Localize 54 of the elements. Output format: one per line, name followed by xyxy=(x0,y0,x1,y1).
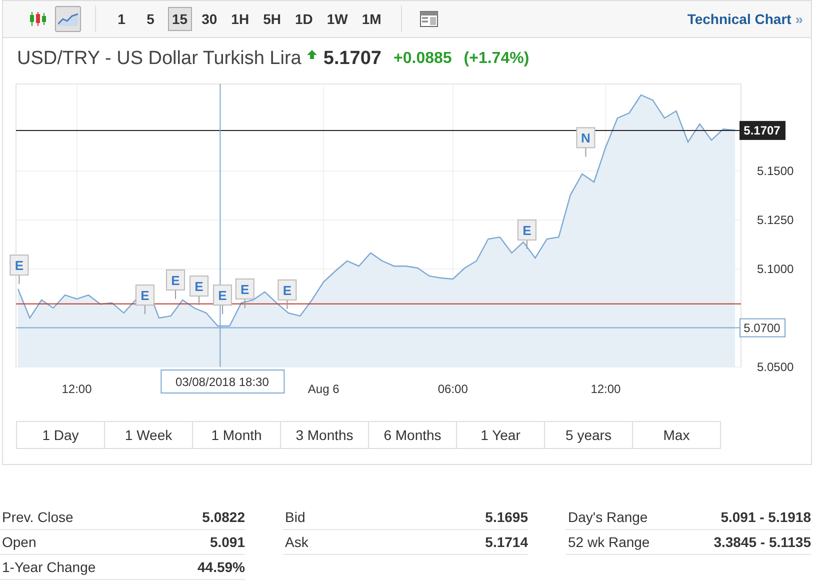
y-axis-label: 5.0500 xyxy=(757,360,794,374)
range-tab[interactable]: 1 Year xyxy=(456,421,545,449)
stat-value: 5.1695 xyxy=(485,509,528,525)
stat-label: Open xyxy=(2,534,36,550)
x-axis-label: Aug 6 xyxy=(308,382,340,396)
last-price: 5.1707 xyxy=(323,48,382,70)
stat-label: Prev. Close xyxy=(2,509,74,525)
interval-button[interactable]: 1 xyxy=(110,7,133,31)
instrument-name: USD/TRY - US Dollar Turkish Lira xyxy=(17,48,302,70)
interval-button[interactable]: 1W xyxy=(322,7,352,31)
range-tab[interactable]: 6 Months xyxy=(368,421,457,449)
last-price-tag: 5.1707 xyxy=(740,120,786,140)
technical-chart-link[interactable]: Technical Chart » xyxy=(687,11,803,27)
stat-value: 5.091 xyxy=(210,534,245,550)
crosshair-price-tag: 5.0700 xyxy=(740,318,786,338)
range-tab[interactable]: 3 Months xyxy=(280,421,369,449)
stat-value: 3.3845 - 5.1135 xyxy=(714,534,811,550)
line-chart-icon xyxy=(58,12,78,26)
range-tab[interactable]: 1 Month xyxy=(192,421,281,449)
stat-value: 44.59% xyxy=(198,559,245,575)
interval-button[interactable]: 1H xyxy=(227,7,254,31)
range-tab[interactable]: 5 years xyxy=(544,421,633,449)
percent-change: (+1.74%) xyxy=(464,50,530,68)
stat-value: 5.0822 xyxy=(202,509,245,525)
stat-label: 1-Year Change xyxy=(2,559,96,575)
interval-button[interactable]: 1D xyxy=(290,7,317,31)
y-axis-label: 5.1000 xyxy=(757,262,794,276)
ref-line-label: 5.1707 xyxy=(744,123,781,138)
interval-button[interactable]: 30 xyxy=(198,7,222,31)
stat-label: Ask xyxy=(285,534,308,550)
ref-line-label: 5.0700 xyxy=(744,320,781,335)
interval-button[interactable]: 5H xyxy=(259,7,285,31)
range-tab[interactable]: Max xyxy=(632,421,721,449)
range-tab[interactable]: 1 Week xyxy=(104,421,193,449)
crosshair-time-tag: 03/08/2018 18:30 xyxy=(160,370,285,394)
up-arrow-icon xyxy=(307,50,318,58)
stat-value: 5.1714 xyxy=(485,534,528,550)
candlestick-icon xyxy=(29,11,47,27)
interval-button[interactable]: 15 xyxy=(168,7,192,31)
range-tab[interactable]: 1 Day xyxy=(16,421,105,449)
interval-button[interactable]: 5 xyxy=(139,7,162,31)
x-axis-label: 12:00 xyxy=(590,382,621,396)
stat-label: Day's Range xyxy=(568,509,648,525)
y-axis-label: 5.1250 xyxy=(757,213,794,227)
chart-type-button[interactable] xyxy=(55,6,81,32)
price-change: +0.0885 xyxy=(394,50,452,68)
x-axis-label: 12:00 xyxy=(62,382,92,396)
x-axis-label: 06:00 xyxy=(438,382,468,396)
interval-button[interactable]: 1M xyxy=(358,7,386,31)
stat-label: Bid xyxy=(285,509,306,525)
y-axis-label: 5.1500 xyxy=(757,164,794,178)
layout-icon xyxy=(420,11,438,27)
stat-value: 5.091 - 5.1918 xyxy=(720,509,811,525)
stat-label: 52 wk Range xyxy=(568,534,650,550)
